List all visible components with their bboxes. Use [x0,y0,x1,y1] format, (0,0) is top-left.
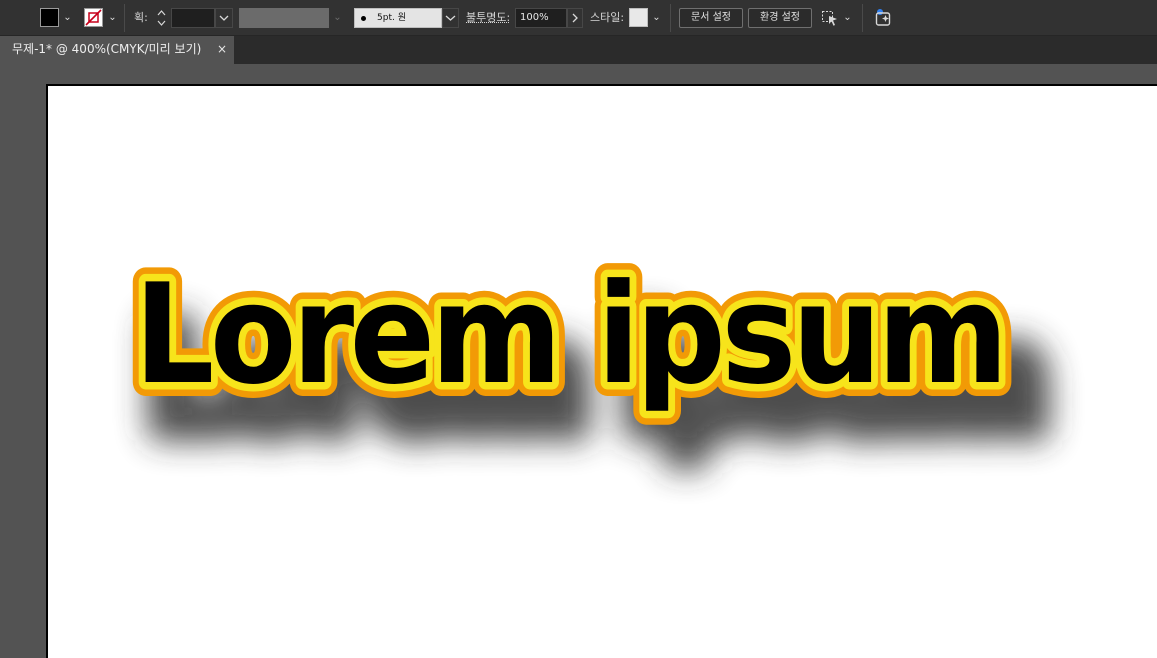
illustrator-window: ⌄ ⌄ 획: ⌄ 5pt. 원 불투명도: 100% 스타일: ⌄ 문서 설정 … [0,0,1157,658]
text-fill[interactable]: Lorem ipsum [134,254,1009,415]
artwork-layer: Lorem ipsum Lorem ipsum Lorem ipsum Lore… [120,240,1061,474]
